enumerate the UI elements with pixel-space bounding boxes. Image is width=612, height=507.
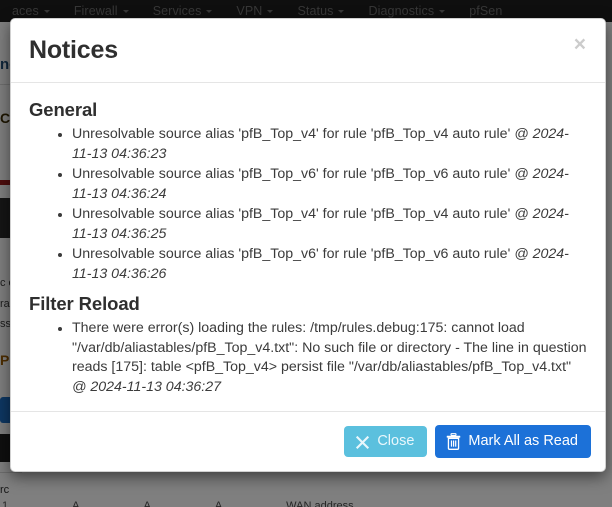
notice-text: Unresolvable source alias 'pfB_Top_v6' f… — [72, 246, 515, 262]
notice-text: There were error(s) loading the rules: /… — [72, 320, 587, 375]
close-icon[interactable]: × — [568, 30, 592, 59]
notice-list-general: Unresolvable source alias 'pfB_Top_v4' f… — [29, 125, 587, 284]
list-item: Unresolvable source alias 'pfB_Top_v6' f… — [72, 165, 587, 204]
section-heading-filter-reload: Filter Reload — [29, 293, 140, 314]
notices-modal: Notices × General Unresolvable source al… — [10, 18, 606, 472]
notice-text: Unresolvable source alias 'pfB_Top_v4' f… — [72, 126, 515, 142]
modal-body: General Unresolvable source alias 'pfB_T… — [11, 83, 605, 411]
list-item: Unresolvable source alias 'pfB_Top_v4' f… — [72, 125, 587, 164]
notice-text: Unresolvable source alias 'pfB_Top_v6' f… — [72, 166, 515, 182]
trash-icon — [446, 433, 461, 450]
mark-all-as-read-button[interactable]: Mark All as Read — [435, 425, 591, 458]
notice-timestamp: @ 2024-11-13 04:36:27 — [72, 378, 222, 395]
x-icon — [355, 434, 370, 449]
close-button-label: Close — [377, 433, 415, 450]
close-button[interactable]: Close — [344, 426, 428, 457]
list-item: Unresolvable source alias 'pfB_Top_v6' f… — [72, 245, 587, 284]
notice-list-filter-reload: There were error(s) loading the rules: /… — [29, 319, 587, 397]
section-heading-general: General — [29, 99, 98, 120]
list-item: Unresolvable source alias 'pfB_Top_v4' f… — [72, 205, 587, 244]
modal-header: Notices × — [11, 19, 605, 83]
page-title: Notices — [29, 36, 118, 64]
modal-footer: Close Mark All as Read — [11, 411, 605, 471]
mark-all-as-read-label: Mark All as Read — [468, 433, 578, 450]
list-item: There were error(s) loading the rules: /… — [72, 319, 587, 397]
notice-text: Unresolvable source alias 'pfB_Top_v4' f… — [72, 206, 515, 222]
